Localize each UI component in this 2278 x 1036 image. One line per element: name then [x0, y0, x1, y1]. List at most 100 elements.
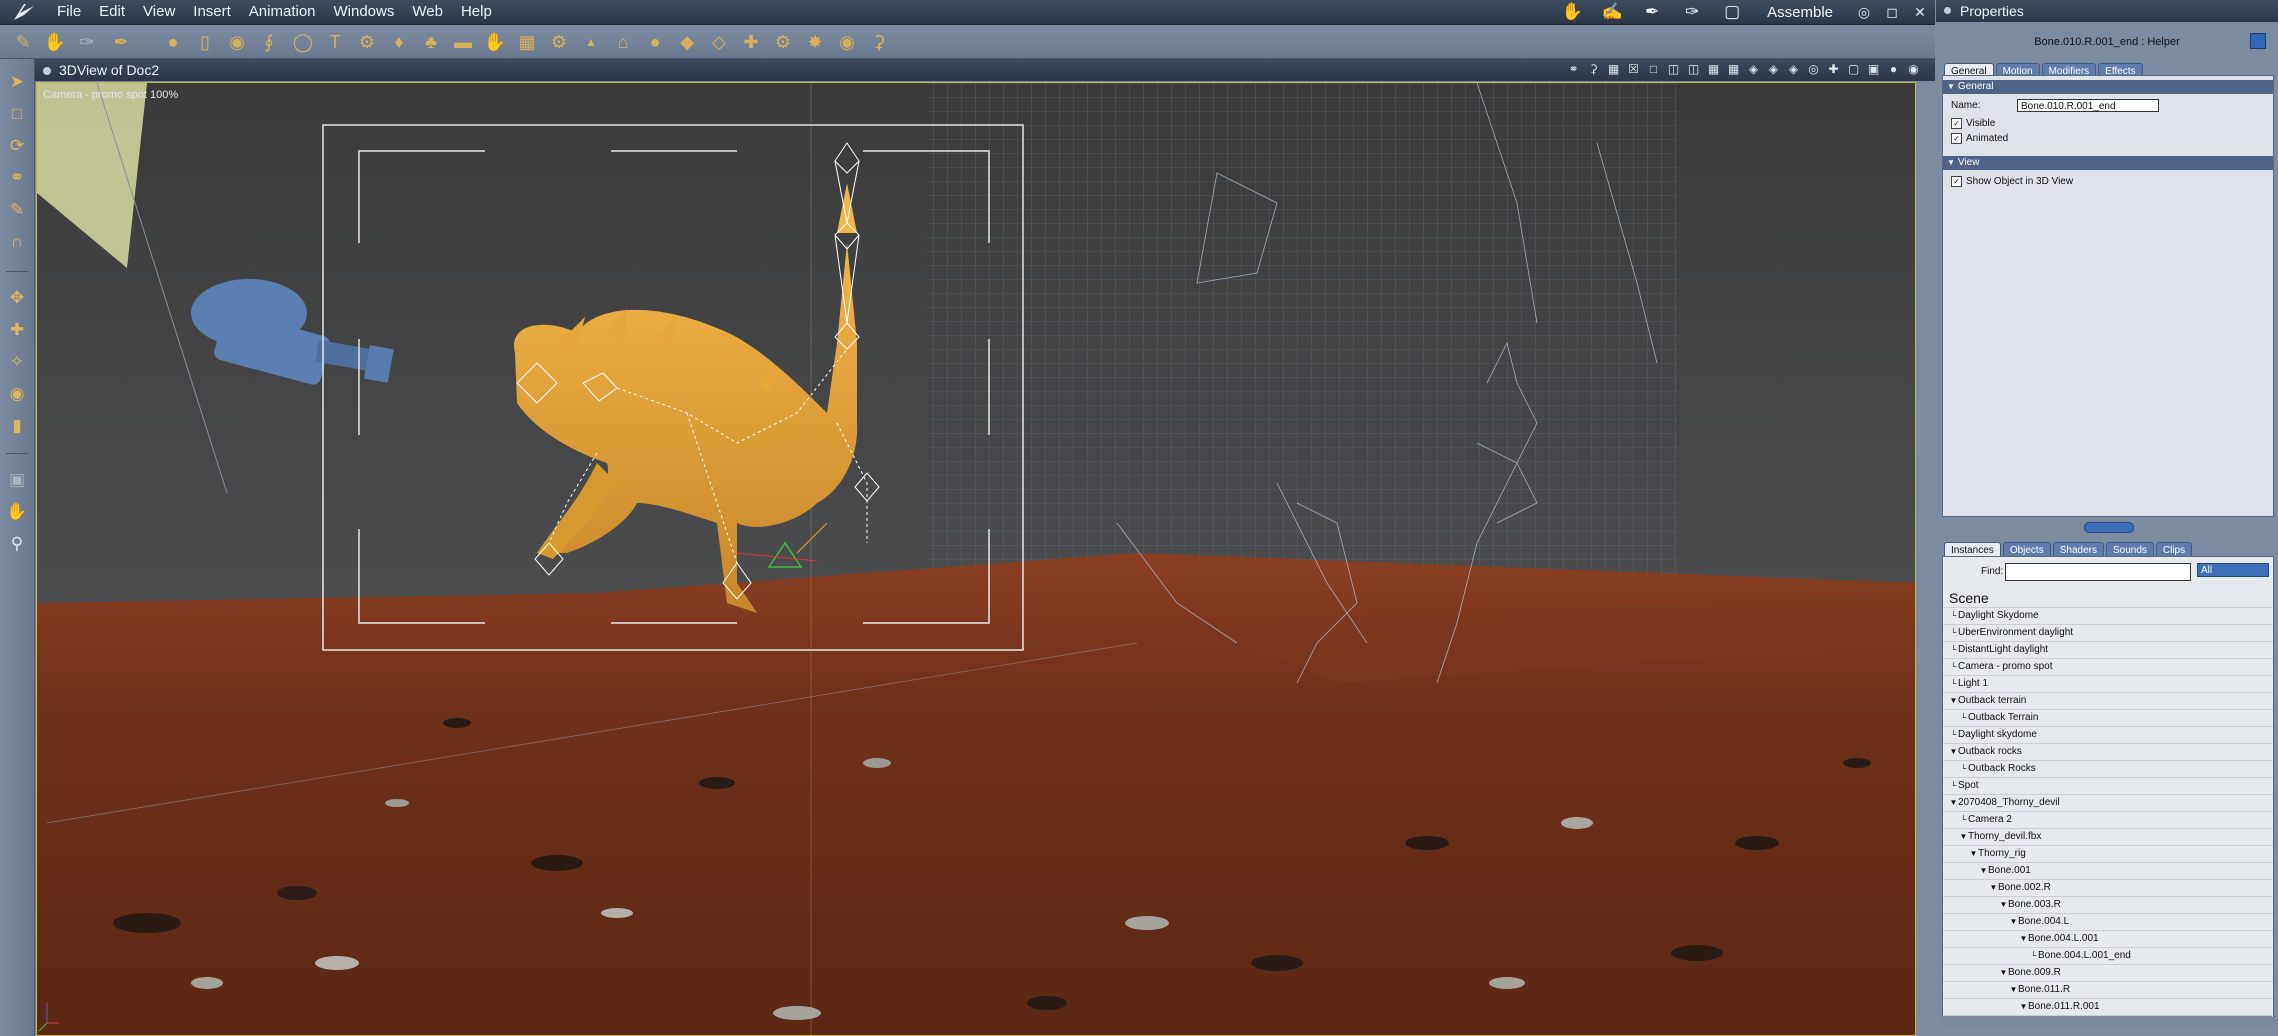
visible-checkbox[interactable]: ✓ [1951, 118, 1962, 129]
menu-animation[interactable]: Animation [240, 0, 325, 24]
section-general[interactable]: ▼ General [1943, 80, 2273, 94]
window-close-icon[interactable]: ✕ [1911, 4, 1929, 21]
shaded-sphere-icon[interactable]: ◉ [1906, 62, 1921, 77]
move-icon[interactable]: ✥ [4, 285, 30, 311]
zoom-icon[interactable]: ⚲ [4, 531, 30, 557]
window-maximize-icon[interactable]: ◻ [1883, 4, 1901, 21]
layout-split-v-icon[interactable]: ◫ [1686, 62, 1701, 77]
tree-item[interactable]: └ Bone.004.L.001_end [1943, 948, 2273, 965]
tree-item[interactable]: ▼Bone.011.R [1943, 982, 2273, 999]
menu-file[interactable]: File [48, 0, 90, 24]
room-label[interactable]: Assemble [1767, 4, 1833, 21]
edit-tools-icon[interactable]: ✎ [10, 29, 36, 55]
layout-grid-icon[interactable]: ▦ [1726, 62, 1741, 77]
tree-item[interactable]: ▼Bone.004.L [1943, 914, 2273, 931]
animated-checkbox[interactable]: ✓ [1951, 133, 1962, 144]
menu-view[interactable]: View [134, 0, 184, 24]
paint-tool-icon[interactable]: ✒ [108, 29, 134, 55]
insert-cog-icon[interactable]: ⚙ [546, 29, 572, 55]
tree-item[interactable]: └ Outback Rocks [1943, 761, 2273, 778]
box-icon[interactable]: ▢ [1717, 1, 1747, 23]
menu-edit[interactable]: Edit [90, 0, 134, 24]
wire-box-icon[interactable]: ▢ [1846, 62, 1861, 77]
panel-scrollbar[interactable] [1942, 1016, 2272, 1026]
tree-item[interactable]: ▼Bone.003.R [1943, 897, 2273, 914]
select-arrow-icon[interactable]: ➤ [4, 69, 30, 95]
insert-gear-icon[interactable]: ⚙ [354, 29, 380, 55]
tree-item[interactable]: └ UberEnvironment daylight [1943, 625, 2273, 642]
brush-tool-icon[interactable]: ✑ [74, 29, 100, 55]
select-box-icon[interactable]: □ [4, 101, 30, 127]
tree-item[interactable]: └ DistantLight daylight [1943, 642, 2273, 659]
app-logo-icon[interactable] [12, 1, 38, 23]
expand-triangle-icon[interactable]: ▼ [1999, 965, 2008, 981]
insert-house-icon[interactable]: ⌂ [610, 29, 636, 55]
insert-lattice-icon[interactable]: ▦ [514, 29, 540, 55]
brush-icon[interactable]: ✑ [1677, 1, 1707, 23]
tree-item[interactable]: Scene [1943, 589, 2273, 608]
rotate-icon[interactable]: ⟳ [4, 133, 30, 159]
expand-triangle-icon[interactable]: ▼ [2019, 931, 2028, 947]
filter-select[interactable]: All [2197, 563, 2269, 577]
magnet-icon[interactable]: ∩ [4, 229, 30, 255]
tree-item[interactable]: └ Camera - promo spot [1943, 659, 2273, 676]
expand-triangle-icon[interactable]: ▼ [1989, 880, 1998, 896]
layout-single-icon[interactable]: □ [1646, 62, 1661, 77]
shield-alt-icon[interactable]: ◈ [1766, 62, 1781, 77]
layout-quad-icon[interactable]: ▦ [1706, 62, 1721, 77]
tree-item[interactable]: ▼Bone.011.R.001 [1943, 999, 2273, 1016]
menu-insert[interactable]: Insert [184, 0, 240, 24]
knife-icon[interactable]: ✎ [4, 197, 30, 223]
menu-windows[interactable]: Windows [325, 0, 404, 24]
view-lasso-icon[interactable]: ⚭ [1566, 62, 1581, 77]
panel-splitter-handle[interactable] [2084, 522, 2134, 533]
expand-triangle-icon[interactable]: ▼ [1959, 829, 1968, 845]
hand-tool-icon[interactable]: ✋ [42, 29, 68, 55]
expand-triangle-icon[interactable]: ▼ [1949, 693, 1958, 709]
insert-stone-icon[interactable]: ◇ [706, 29, 732, 55]
tree-item[interactable]: └ Outback Terrain [1943, 710, 2273, 727]
section-view[interactable]: ▼ View [1943, 156, 2273, 170]
tree-item[interactable]: └ Daylight skydome [1943, 727, 2273, 744]
insert-eye-icon[interactable]: ◉ [834, 29, 860, 55]
insert-cogs-icon[interactable]: ⚙ [770, 29, 796, 55]
insert-globe-icon[interactable]: ◉ [224, 29, 250, 55]
tree-item[interactable]: └ Spot [1943, 778, 2273, 795]
glove-icon[interactable]: ✍ [1597, 1, 1627, 23]
scale-icon[interactable]: ✧ [4, 349, 30, 375]
insert-sphere-icon[interactable]: ● [160, 29, 186, 55]
uv-icon[interactable]: ▮ [4, 413, 30, 439]
insert-rock-icon[interactable]: ◆ [674, 29, 700, 55]
tree-item[interactable]: ▼Thorny_rig [1943, 846, 2273, 863]
expand-triangle-icon[interactable]: ▼ [2009, 982, 2018, 998]
rotate-globe-icon[interactable]: ◉ [4, 381, 30, 407]
expand-triangle-icon[interactable]: ▼ [1999, 897, 2008, 913]
pen-icon[interactable]: ✒ [1637, 1, 1667, 23]
insert-agi-icon[interactable]: ▲ [578, 29, 604, 55]
tree-item[interactable]: ▼Bone.001 [1943, 863, 2273, 880]
panel-close-icon[interactable] [43, 67, 51, 76]
tree-item[interactable]: ▼Bone.004.L.001 [1943, 931, 2273, 948]
insert-plane-icon[interactable]: ♦ [386, 29, 412, 55]
smooth-sphere-icon[interactable]: ● [1886, 62, 1901, 77]
tree-item[interactable]: ▼Bone.002.R [1943, 880, 2273, 897]
insert-tree-icon[interactable]: ♣ [418, 29, 444, 55]
insert-joint-icon[interactable]: ⚳ [866, 29, 892, 55]
window-eye-icon[interactable]: ◎ [1855, 4, 1873, 21]
view-mesh-icon[interactable]: ▦ [1606, 62, 1621, 77]
panel-close-icon[interactable] [1944, 7, 1951, 14]
tree-item[interactable]: └ Camera 2 [1943, 812, 2273, 829]
tree-item[interactable]: ▼Bone.009.R [1943, 965, 2273, 982]
insert-hand-icon[interactable]: ✋ [482, 29, 508, 55]
tree-item[interactable]: ▼2070408_Thorny_devil [1943, 795, 2273, 812]
properties-menu-button[interactable] [2250, 33, 2266, 49]
tree-item[interactable]: └ Light 1 [1943, 676, 2273, 693]
insert-skeleton-icon[interactable]: ✸ [802, 29, 828, 55]
insert-text-icon[interactable]: T [322, 29, 348, 55]
show-in-3d-checkbox[interactable]: ✓ [1951, 176, 1962, 187]
expand-triangle-icon[interactable]: ▼ [1969, 846, 1978, 862]
lasso-icon[interactable]: ⚭ [4, 165, 30, 191]
expand-triangle-icon[interactable]: ▼ [2009, 914, 2018, 930]
view-close-icon[interactable]: ☒ [1626, 62, 1641, 77]
shield-render-icon[interactable]: ◈ [1786, 62, 1801, 77]
